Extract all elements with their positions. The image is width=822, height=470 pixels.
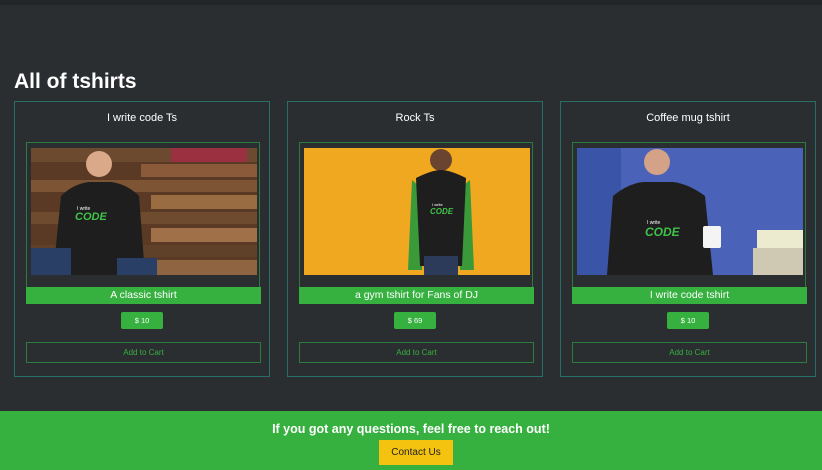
product-photo: I write CODE [31, 148, 257, 275]
price-badge: $ 10 [121, 312, 163, 329]
add-to-cart-button[interactable]: Add to Cart [26, 342, 261, 363]
footer-message: If you got any questions, feel free to r… [272, 422, 550, 436]
product-image-frame: I write CODE [26, 142, 260, 292]
footer: If you got any questions, feel free to r… [0, 411, 822, 470]
product-title: I write code Ts [106, 112, 178, 124]
product-photo: I write CODE [577, 148, 803, 275]
product-card: Rock Ts I write CODE a gym tshirt for Fa… [287, 101, 543, 377]
shirt-print-code: CODE [430, 207, 454, 216]
product-card: Coffee mug tshirt I write CODE I write c… [560, 101, 816, 377]
add-to-cart-button[interactable]: Add to Cart [572, 342, 807, 363]
add-to-cart-button[interactable]: Add to Cart [299, 342, 534, 363]
price-badge: $ 10 [667, 312, 709, 329]
product-title: Rock Ts [395, 112, 435, 124]
product-photo-image: I write CODE [31, 148, 257, 275]
product-image-frame: I write CODE [572, 142, 806, 292]
product-description: A classic tshirt [26, 287, 261, 304]
product-description: a gym tshirt for Fans of DJ [299, 287, 534, 304]
mug-shape [703, 226, 721, 248]
product-card: I write code Ts I write CODE A classic t… [14, 101, 270, 377]
contact-us-button[interactable]: Contact Us [379, 440, 453, 465]
product-photo-image: I write CODE [304, 148, 530, 275]
shirt-print-code: CODE [645, 225, 681, 239]
price-badge: $ 69 [394, 312, 436, 329]
product-photo: I write CODE [304, 148, 530, 275]
product-photo-image: I write CODE [577, 148, 803, 275]
product-title: Coffee mug tshirt [646, 112, 730, 124]
page-title: All of tshirts [14, 70, 137, 93]
product-description: I write code tshirt [572, 287, 807, 304]
shirt-print-code: CODE [75, 211, 107, 223]
top-bar [0, 0, 822, 5]
product-image-frame: I write CODE [299, 142, 533, 292]
